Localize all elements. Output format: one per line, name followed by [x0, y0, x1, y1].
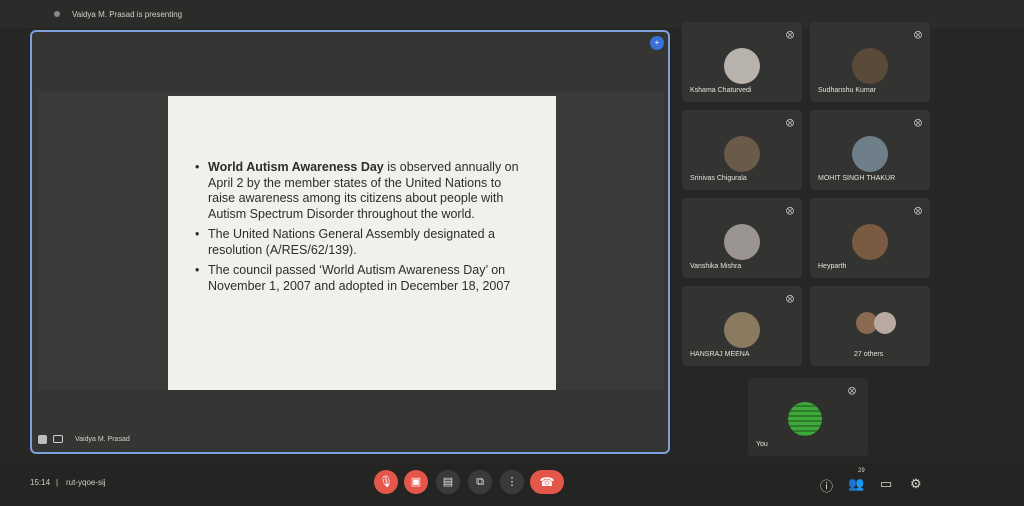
participant-tile[interactable]: ⨂ Heyparth: [810, 198, 930, 278]
mic-off-icon: ⨂: [914, 206, 922, 215]
mic-off-icon: ⨂: [786, 294, 794, 303]
mic-off-icon: ⨂: [914, 118, 922, 127]
camera-off-icon[interactable]: ▣: [404, 470, 428, 494]
slide-bullet: The United Nations General Assembly desi…: [195, 227, 530, 258]
mic-off-icon: ⨂: [914, 30, 922, 39]
chat-icon[interactable]: ▭: [880, 476, 892, 492]
avatar: [852, 48, 888, 84]
end-call-icon[interactable]: ☎: [530, 470, 564, 494]
participant-name: HANSRAJ MEENA: [690, 351, 750, 358]
mic-off-icon: ⨂: [786, 118, 794, 127]
participant-name: Sudhanshu Kumar: [818, 87, 876, 94]
participant-name: Kshama Chaturvedi: [690, 87, 752, 94]
participant-name: Srinivas Chigurala: [690, 175, 747, 182]
slide-bullet: The council passed ‘World Autism Awarene…: [195, 263, 530, 294]
presentation-tile[interactable]: + World Autism Awareness Day is observed…: [30, 30, 670, 454]
activities-icon[interactable]: ⚙: [910, 476, 922, 492]
mic-off-icon: ⨂: [786, 30, 794, 39]
screen-share-icon: [53, 435, 63, 443]
mic-off-icon: ⨂: [786, 206, 794, 215]
avatar: [874, 312, 896, 334]
participant-name: Vanshika Mishra: [690, 263, 742, 270]
control-bar: 15:14 | rut-yqoe-sij 🎙 ▣ ▤ ⧉ ⋮ ☎ ⓘ 29 👥 …: [0, 462, 1024, 506]
present-icon[interactable]: ⧉: [468, 470, 492, 494]
participant-name: Heyparth: [818, 263, 847, 270]
participant-tile[interactable]: ⨂ Sudhanshu Kumar: [810, 22, 930, 102]
avatar: [724, 136, 760, 172]
presenting-label: Vaidya M. Prasad is presenting: [72, 10, 183, 19]
captions-icon[interactable]: ▤: [436, 470, 460, 494]
presenter-name: Vaidya M. Prasad: [75, 435, 130, 443]
participant-tile[interactable]: ⨂ HANSRAJ MEENA: [682, 286, 802, 366]
avatar: [852, 224, 888, 260]
others-tile[interactable]: 27 others: [810, 286, 930, 366]
self-name: You: [756, 441, 768, 448]
more-icon[interactable]: ⋮: [500, 470, 524, 494]
mic-off-icon[interactable]: 🎙: [374, 470, 398, 494]
others-label: 27 others: [854, 351, 884, 358]
participant-name: MOHIT SINGH THAKUR: [818, 175, 896, 182]
people-icon[interactable]: 👥: [848, 476, 864, 492]
self-view-tile[interactable]: ⨂ You: [748, 378, 868, 456]
participant-tile[interactable]: ⨂ Kshama Chaturvedi: [682, 22, 802, 102]
mic-off-icon: ⨂: [848, 386, 856, 395]
pin-badge-icon[interactable]: +: [650, 36, 664, 50]
meeting-separator: |: [56, 478, 59, 487]
participant-tile[interactable]: ⨂ MOHIT SINGH THAKUR: [810, 110, 930, 190]
avatar: [788, 402, 822, 436]
presenting-indicator-icon: [54, 11, 60, 17]
avatar: [724, 48, 760, 84]
presenter-footer: Vaidya M. Prasad: [38, 432, 130, 446]
participant-tile[interactable]: ⨂ Srinivas Chigurala: [682, 110, 802, 190]
avatar: [852, 136, 888, 172]
slide-bullet-list: World Autism Awareness Day is observed a…: [194, 160, 530, 294]
meeting-code: rut-yqoe-sij: [66, 478, 106, 487]
participant-count: 29: [858, 468, 865, 474]
slide-bullet: World Autism Awareness Day is observed a…: [195, 160, 530, 222]
avatar: [724, 312, 760, 348]
meeting-time: 15:14: [30, 478, 51, 487]
slide: World Autism Awareness Day is observed a…: [168, 96, 556, 390]
info-icon[interactable]: ⓘ: [820, 476, 833, 495]
avatar: [724, 224, 760, 260]
mic-icon: [38, 434, 47, 444]
participant-tile[interactable]: ⨂ Vanshika Mishra: [682, 198, 802, 278]
